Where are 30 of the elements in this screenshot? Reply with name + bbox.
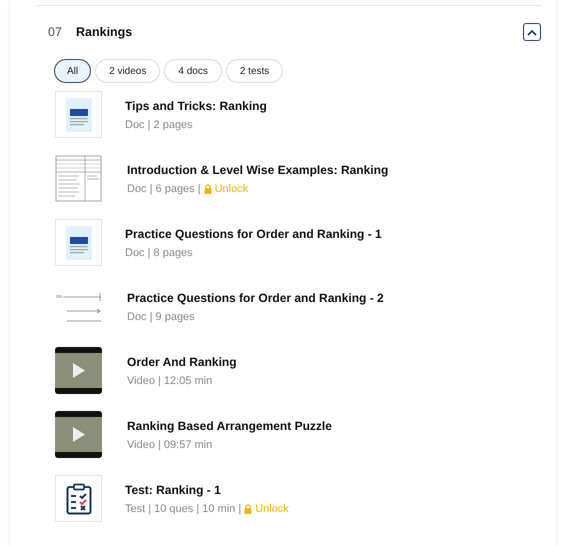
item-meta: Doc | 2 pages [125,118,193,130]
item-meta: Doc | 6 pages | [127,182,201,194]
item-title[interactable]: Practice Questions for Order and Ranking - 2 [127,290,384,304]
item-meta: Video | 09:57 min [127,438,212,450]
chevron-up-icon [527,28,537,36]
item-title[interactable]: Practice Questions for Order and Ranking - 1 [125,226,382,240]
item-title[interactable]: Order And Ranking [127,354,237,368]
item-title[interactable]: Test: Ranking - 1 [125,482,289,496]
item-meta: Doc | 8 pages [125,246,193,258]
item-title[interactable]: Introduction & Level Wise Examples: Ranking [127,162,388,176]
collapse-button[interactable] [523,23,541,41]
section-title: Rankings [76,25,134,39]
item-title[interactable]: Ranking Based Arrangement Puzzle [127,418,332,432]
lock-icon [244,504,252,514]
filter-chip[interactable]: 2 tests [226,59,284,83]
item-meta: Test | 10 ques | 10 min | [125,502,242,514]
document-icon [55,219,102,266]
lock-icon [204,184,212,194]
document-icon [55,91,102,138]
section-number: 07 [48,25,63,39]
item-meta: Doc | 9 pages [127,310,195,322]
filter-chip[interactable]: All [54,59,92,83]
video-thumbnail [55,411,102,458]
filter-chip[interactable]: 2 videos [95,59,160,83]
clipboard-checklist-icon [55,475,102,522]
video-thumbnail [55,347,102,394]
item-title[interactable]: Tips and Tricks: Ranking [125,98,267,112]
filter-chip[interactable]: 4 docs [164,59,222,83]
table-document-drawing [55,155,102,202]
item-meta: Video | 12:05 min [127,374,212,386]
